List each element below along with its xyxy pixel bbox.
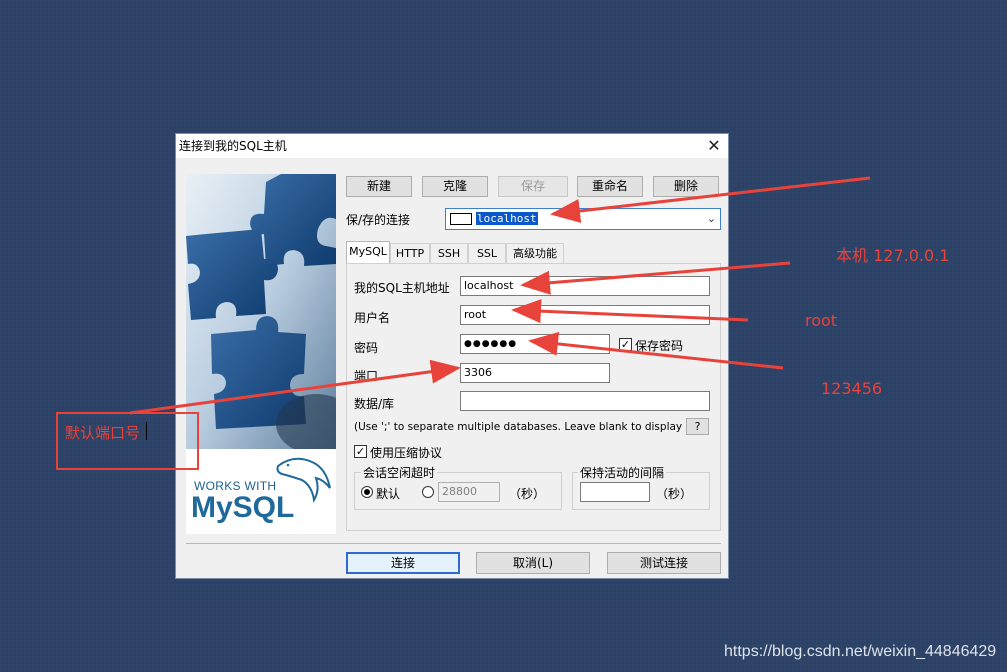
arrow-password <box>528 331 784 370</box>
arrow-port <box>129 359 461 415</box>
annotation-arrows <box>129 176 871 415</box>
arrow-saved-connection <box>550 176 871 223</box>
watermark-text: https://blog.csdn.net/weixin_44846429 <box>724 643 997 660</box>
annotation-user: root <box>805 311 838 330</box>
arrow-user <box>511 299 749 324</box>
annotation-host: 本机 127.0.0.1 <box>836 246 950 265</box>
arrow-host <box>520 261 791 295</box>
text-cursor <box>146 422 147 440</box>
annotation-password: 123456 <box>821 379 883 398</box>
annotation-port: 默认端口号 <box>65 424 141 442</box>
